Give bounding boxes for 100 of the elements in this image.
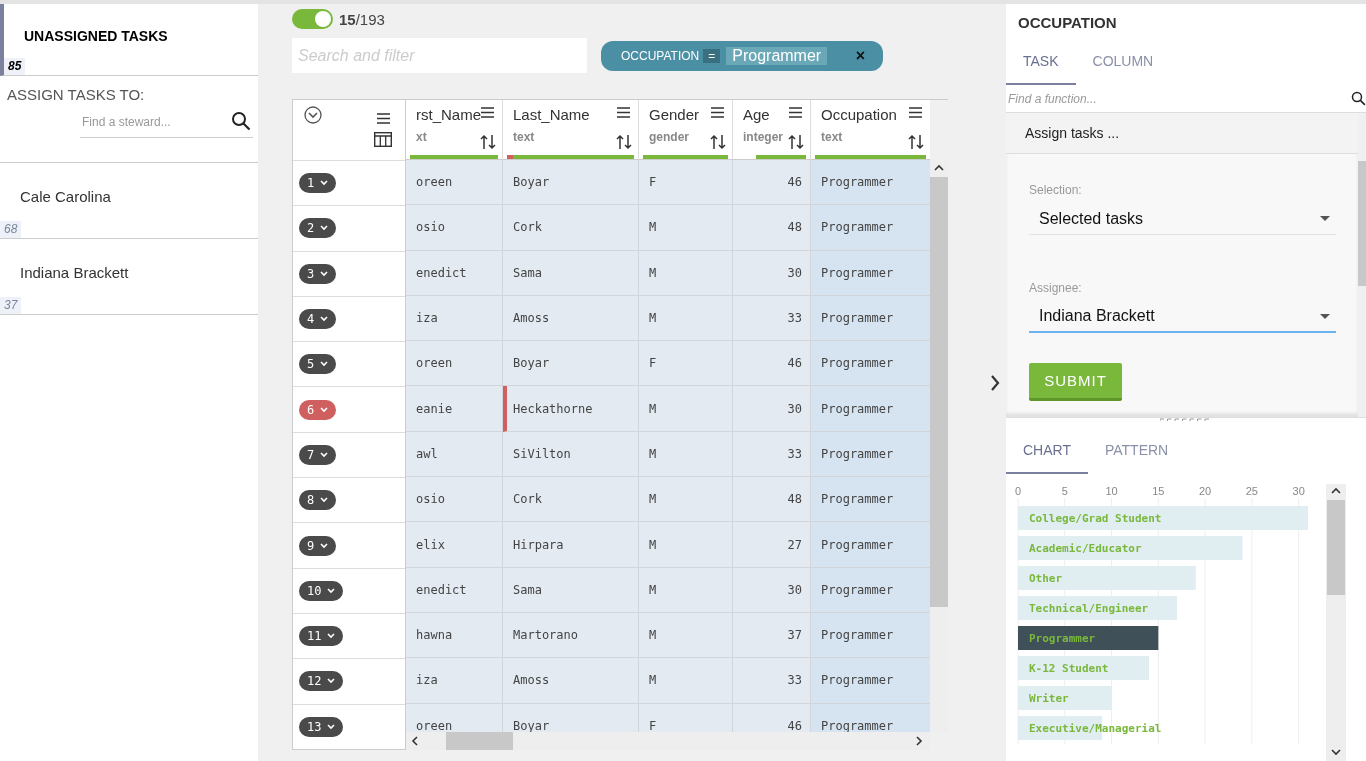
table-cell: oreen <box>406 703 503 732</box>
sort-icon <box>788 134 804 150</box>
field-label: Selection: <box>1029 183 1083 197</box>
sort-icon <box>710 134 726 150</box>
expand-circle-icon[interactable] <box>304 106 322 124</box>
table-cell: Boyar <box>503 341 639 387</box>
column-menu-button[interactable] <box>617 106 630 121</box>
table-cell: 30 <box>733 567 811 613</box>
table-cell: elix <box>406 522 503 568</box>
bar-label: Technical/Engineer <box>1029 602 1149 615</box>
table-cell: Programmer <box>811 658 930 704</box>
dropdown-arrow-icon <box>1320 216 1330 221</box>
table-cell: 30 <box>733 386 811 432</box>
axis-tick-label: 25 <box>1245 485 1258 497</box>
toggle-switch[interactable] <box>292 9 333 29</box>
table-cell: oreen <box>406 160 503 206</box>
column-type: gender <box>649 130 689 144</box>
table-cell: 33 <box>733 431 811 478</box>
column-type: integer <box>743 130 783 144</box>
scrollbar-thumb[interactable] <box>1327 500 1345 595</box>
row-number-button[interactable]: 3 <box>299 263 337 284</box>
filter-value: Programmer <box>726 46 828 65</box>
column-menu-button[interactable] <box>481 106 494 121</box>
column-name: rst_Name <box>416 106 482 123</box>
assign-tasks-label: ASSIGN TASKS TO: <box>7 86 146 103</box>
table-cell: osio <box>406 477 503 523</box>
table-cell: Programmer <box>811 250 930 296</box>
bar-label: Writer <box>1029 692 1069 705</box>
section-header[interactable]: Assign tasks ... <box>1006 113 1358 154</box>
row-number-button[interactable]: 4 <box>299 309 337 330</box>
table-cell: enedict <box>406 567 503 613</box>
column-menu-button[interactable] <box>711 106 724 121</box>
bar-label: Academic/Educator <box>1029 542 1142 555</box>
select-field[interactable]: Selected tasks <box>1029 203 1336 235</box>
caret-icon <box>320 180 329 187</box>
axis-tick-label: 20 <box>1198 485 1212 497</box>
menu-icon <box>789 107 802 118</box>
column-menu-button[interactable] <box>789 106 802 121</box>
table-cell: hawna <box>406 612 503 659</box>
table-cell: M <box>639 431 733 478</box>
table-cell: Programmer <box>811 341 930 387</box>
row-number-button[interactable]: 7 <box>299 444 337 465</box>
unassigned-tasks-item[interactable]: UNASSIGNED TASKS 85 <box>0 4 258 76</box>
axis-tick-label: 0 <box>1014 485 1022 497</box>
record-count: 15/193 <box>339 10 385 28</box>
row-number-button[interactable]: 8 <box>299 490 337 511</box>
search-icon[interactable] <box>1351 91 1366 106</box>
table-cell: awl <box>406 431 503 478</box>
steward-item[interactable]: Indiana Brackett 37 <box>0 238 258 314</box>
table-cell: Sama <box>503 250 639 296</box>
row-number-button[interactable]: 1 <box>299 173 337 194</box>
bar-label: Programmer <box>1029 632 1096 645</box>
chevron-right-icon[interactable] <box>990 374 1000 391</box>
filter-chip[interactable]: OCCUPATION = Programmer × <box>601 40 883 71</box>
table-cell: 37 <box>733 612 811 659</box>
table-cell: Programmer <box>811 703 930 732</box>
table-cell: Cork <box>503 477 639 523</box>
scrollbar-thumb[interactable] <box>930 177 948 607</box>
steward-item[interactable]: Cale Carolina 68 <box>0 162 258 238</box>
caret-icon <box>320 542 329 549</box>
column-name: Gender <box>649 106 700 123</box>
columns-icon[interactable] <box>374 132 392 147</box>
row-number-button[interactable]: 10 <box>299 580 344 601</box>
caret-icon <box>320 225 329 232</box>
task-count: 68 <box>0 221 22 238</box>
axis-tick-label: 30 <box>1292 485 1305 497</box>
table-cell: Programmer <box>811 477 930 523</box>
row-number-button[interactable]: 12 <box>299 671 344 692</box>
row-number-button[interactable]: 11 <box>299 626 344 647</box>
column-menu-button[interactable] <box>909 106 922 121</box>
tab[interactable]: CHART <box>1006 442 1088 474</box>
row-number-button[interactable]: 6 <box>299 399 337 420</box>
search-icon[interactable] <box>231 111 251 131</box>
caret-icon <box>320 497 329 504</box>
scrollbar-thumb[interactable] <box>1358 161 1366 286</box>
steward-name: Indiana Brackett <box>20 264 130 281</box>
caret-icon <box>320 270 329 277</box>
select-field[interactable]: Indiana Brackett <box>1029 301 1336 333</box>
table-cell: 30 <box>733 250 811 296</box>
row-number-button[interactable]: 9 <box>299 535 337 556</box>
table-cell: Cork <box>503 205 639 251</box>
table-cell: Martorano <box>503 612 639 659</box>
remove-filter-button[interactable]: × <box>855 46 865 65</box>
steward-search-field[interactable]: Find a steward... <box>80 106 253 138</box>
bar-label: College/Grad Student <box>1029 512 1162 525</box>
column-header[interactable]: Last_Name text <box>503 100 639 160</box>
column-header[interactable]: Gender gender <box>639 100 733 160</box>
column-header[interactable]: Age integer <box>733 100 811 160</box>
table-cell: 33 <box>733 658 811 704</box>
sort-icon <box>480 134 496 150</box>
row-number-button[interactable]: 13 <box>299 716 344 737</box>
scrollbar-thumb[interactable] <box>446 732 513 750</box>
column-header[interactable]: rst_Name xt <box>406 100 503 160</box>
table-cell: M <box>639 386 733 432</box>
column-header[interactable]: Occupation text <box>811 100 930 160</box>
table-cell: eanie <box>406 386 503 432</box>
table-cell: M <box>639 612 733 659</box>
row-number-button[interactable]: 5 <box>299 354 337 375</box>
row-number-button[interactable]: 2 <box>299 218 337 239</box>
bar[interactable] <box>1018 626 1159 650</box>
